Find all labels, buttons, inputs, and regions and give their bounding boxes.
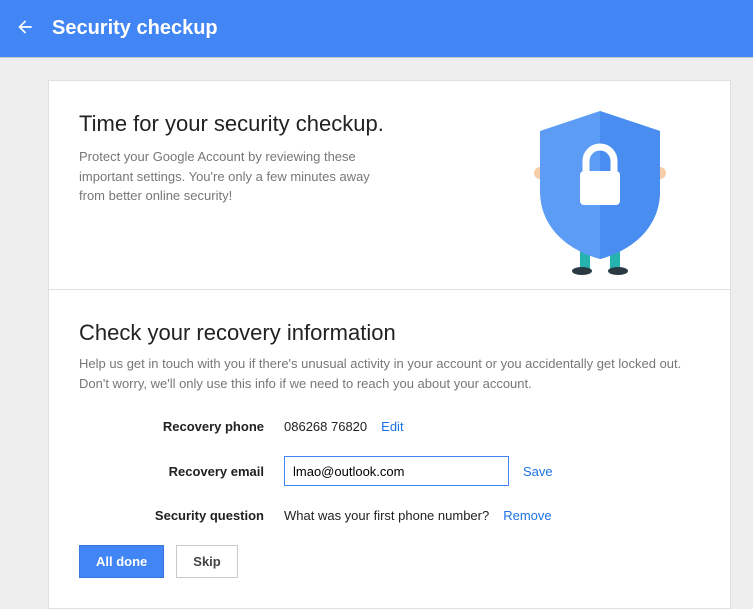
intro-heading: Time for your security checkup. — [79, 111, 500, 137]
security-question-row: Security question What was your first ph… — [79, 508, 700, 523]
recovery-phone-value: 086268 76820 — [284, 419, 367, 434]
intro-section: Time for your security checkup. Protect … — [49, 81, 730, 290]
recovery-phone-label: Recovery phone — [79, 419, 284, 434]
page-title: Security checkup — [52, 17, 218, 40]
action-buttons: All done Skip — [79, 545, 700, 578]
recovery-email-label: Recovery email — [79, 464, 284, 479]
security-question-label: Security question — [79, 508, 284, 523]
intro-text: Time for your security checkup. Protect … — [79, 111, 500, 279]
save-email-link[interactable]: Save — [523, 464, 553, 479]
recovery-phone-row: Recovery phone 086268 76820 Edit — [79, 419, 700, 434]
recovery-section: Check your recovery information Help us … — [49, 290, 730, 608]
app-header: Security checkup — [0, 0, 753, 58]
remove-question-link[interactable]: Remove — [503, 508, 551, 523]
recovery-email-row: Recovery email Save — [79, 456, 700, 486]
recovery-subtext: Help us get in touch with you if there's… — [79, 354, 700, 393]
shield-lock-icon — [530, 111, 670, 279]
back-button[interactable] — [10, 14, 40, 44]
main-card: Time for your security checkup. Protect … — [48, 80, 731, 609]
shield-illustration — [500, 111, 700, 279]
all-done-button[interactable]: All done — [79, 545, 164, 578]
intro-subtext: Protect your Google Account by reviewing… — [79, 147, 399, 206]
recovery-heading: Check your recovery information — [79, 320, 700, 346]
recovery-email-input[interactable] — [284, 456, 509, 486]
arrow-left-icon — [15, 17, 35, 40]
security-question-value: What was your first phone number? — [284, 508, 489, 523]
skip-button[interactable]: Skip — [176, 545, 237, 578]
edit-phone-link[interactable]: Edit — [381, 419, 403, 434]
